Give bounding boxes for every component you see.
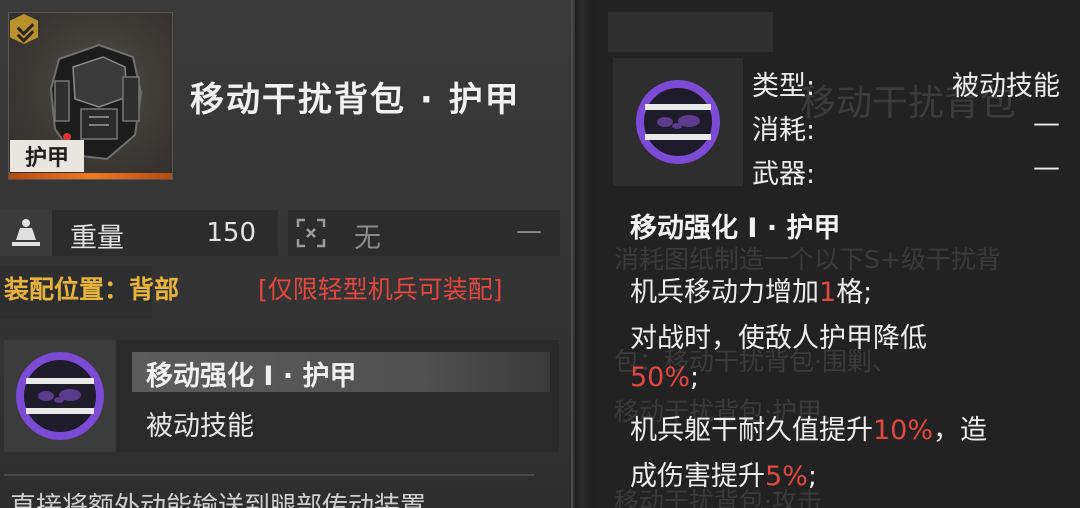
effect-line: 对战时，使敌人护甲降低 [630, 323, 927, 354]
purple-ring-skill-icon [16, 352, 104, 440]
detail-type-value: 被动技能 [952, 71, 1060, 102]
weight-icon [0, 210, 52, 256]
skill-type: 被动技能 [146, 411, 254, 442]
weight-stat: 重量 150 [0, 210, 278, 256]
detail-skill-icon-box [613, 58, 743, 186]
slot-value: — [516, 216, 542, 246]
description-divider [4, 474, 534, 476]
skill-icon-box [4, 340, 116, 452]
detail-top-tab [608, 12, 773, 52]
equip-position-label: 装配位置：背部 [4, 275, 180, 304]
detail-cost-value: — [1033, 108, 1060, 139]
detail-type-label: 类型: [752, 71, 816, 102]
rarity-bar [9, 173, 172, 179]
equip-position-row: 装配位置：背部 [仅限轻型机兵可装配] [0, 262, 565, 322]
detail-weapon-label: 武器: [752, 159, 816, 190]
slot-label: 无 [354, 223, 381, 254]
skill-card[interactable]: 移动强化 I · 护甲 被动技能 [4, 340, 559, 452]
item-title: 移动干扰背包 · 护甲 [190, 80, 521, 120]
panel-divider [575, 0, 593, 508]
effect-line: 机兵移动力增加1格; [630, 277, 873, 308]
panel-divider-line [571, 0, 573, 508]
skill-name: 移动强化 I · 护甲 [146, 361, 357, 392]
effect-line: 成伤害提升5%; [630, 461, 817, 492]
slot-stat: 无 — [288, 210, 560, 256]
purple-ring-skill-icon [636, 80, 720, 164]
effect-line: 机兵躯干耐久值提升10%，造 [630, 415, 988, 446]
weight-label: 重量 [70, 223, 124, 254]
target-bracket-icon [296, 218, 326, 248]
item-type-tag: 护甲 [10, 140, 84, 172]
detail-skill-title: 移动强化 I · 护甲 [630, 213, 841, 244]
item-description: 直接将额外动能输送到腿部传动装置 [10, 492, 427, 508]
effect-line: 50%; [630, 362, 700, 393]
equip-restriction: [仅限轻型机兵可装配] [258, 275, 503, 304]
weight-value: 150 [206, 218, 256, 248]
detail-weapon-value: — [1033, 152, 1060, 183]
detail-cost-label: 消耗: [752, 115, 816, 146]
